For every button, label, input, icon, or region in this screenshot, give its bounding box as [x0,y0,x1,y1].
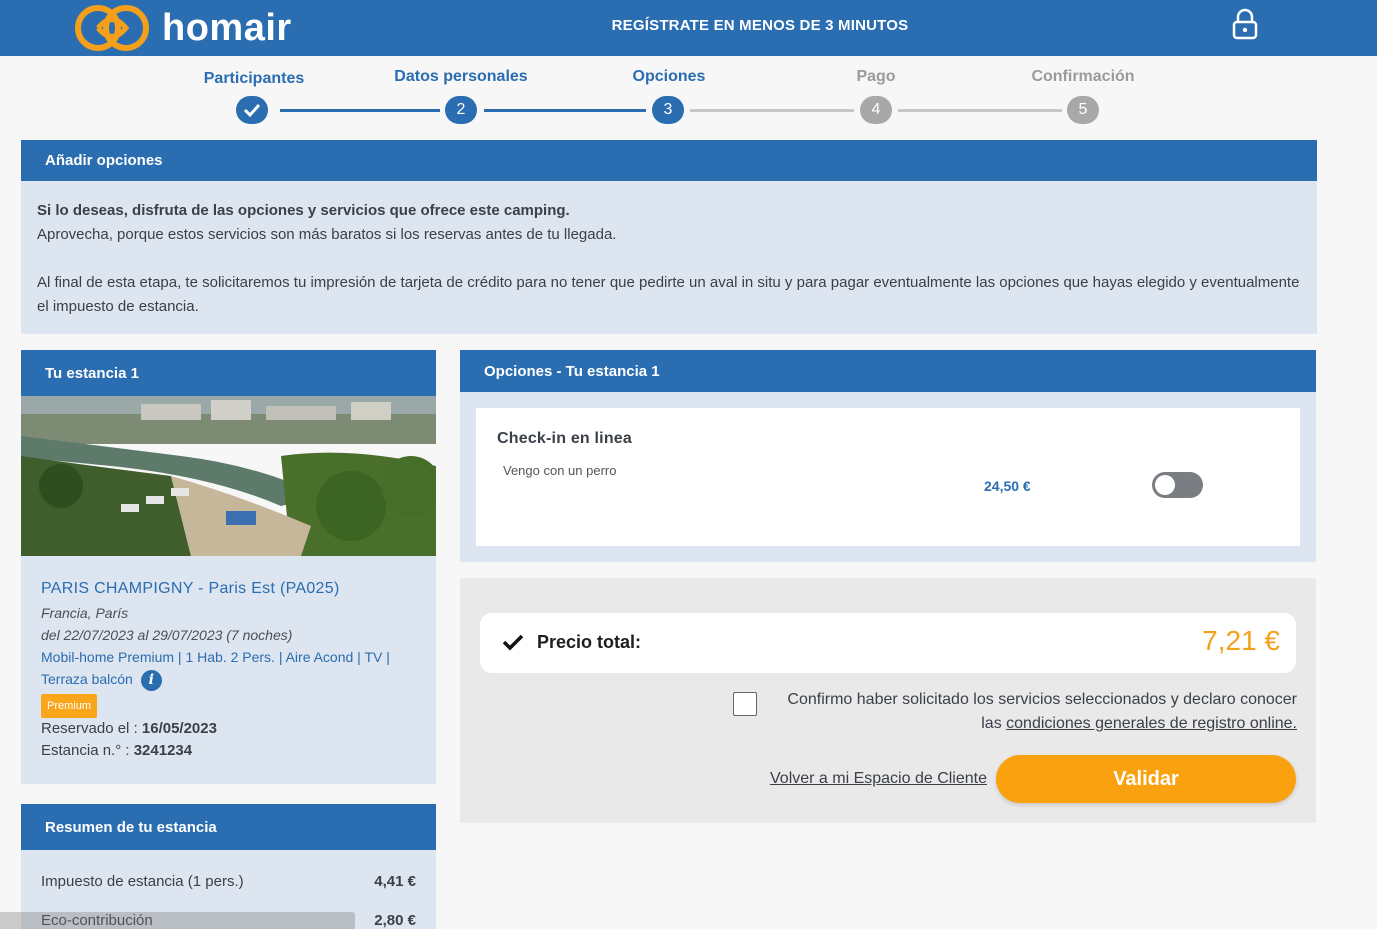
step-datos-personales[interactable]: Datos personales [361,68,561,86]
campsite-location: Francia, París [41,605,129,621]
page-title: REGÍSTRATE EN MENOS DE 3 MINUTOS [611,17,909,34]
step-participantes[interactable]: Participantes [154,70,354,88]
progress-stepper: Participantes Datos personales 2 Opcione… [0,56,1377,140]
option-subtitle: Vengo con un perro [503,463,617,478]
option-toggle[interactable] [1152,472,1203,498]
stay-number-label: Estancia n.° : [41,741,134,759]
step-connector [690,109,854,112]
confirm-checkbox[interactable] [733,692,757,716]
step-label: Opciones [632,68,706,85]
step-connector [484,109,646,112]
booked-date: 16/05/2023 [141,719,217,737]
homair-logo-icon [75,5,149,51]
step-2-marker: 2 [445,96,477,124]
step-pago: Pago [776,68,976,86]
step-confirmacion: Confirmación [983,68,1183,86]
accommodation-details-extra: Terraza balcón [41,671,133,687]
confirm-text: Confirmo haber solicitado los servicios … [765,688,1297,736]
summary-heading: Resumen de tu estancia [21,804,436,850]
summary-row: Impuesto de estancia (1 pers.) 4,41 € [41,873,416,890]
stay-info-card: PARIS CHAMPIGNY - Paris Est (PA025) Fran… [21,556,436,784]
step-4-marker: 4 [860,96,892,124]
step-opciones[interactable]: Opciones [569,68,769,86]
brand-name: homair [162,6,292,49]
stay-number: 3241234 [133,741,193,759]
summary-row-label: Impuesto de estancia (1 pers.) [41,873,244,890]
step-connector [280,109,440,112]
step-3-marker: 3 [652,96,684,124]
campsite-photo [21,396,436,556]
total-value: 7,21 € [1202,625,1280,656]
step-connector [898,109,1062,112]
step-label: Pago [856,68,896,85]
step-label: Datos personales [394,68,528,85]
option-card: Check-in en linea Vengo con un perro 24,… [476,408,1300,546]
intro-paragraph: Al final de esta etapa, te solicitaremos… [37,274,1300,315]
stay-dates: del 22/07/2023 al 29/07/2023 (7 noches) [41,627,293,643]
lock-icon [1232,8,1258,40]
info-icon[interactable]: i [140,669,162,691]
top-header: homair REGÍSTRATE EN MENOS DE 3 MINUTOS [0,0,1377,56]
campsite-name[interactable]: PARIS CHAMPIGNY - Paris Est (PA025) [41,578,416,600]
option-title: Check-in en linea [497,430,632,447]
step-label: Confirmación [1031,68,1135,85]
step-label: Participantes [203,70,305,87]
validate-button[interactable]: Validar [996,755,1296,803]
intro-bold-line: Si lo deseas, disfruta de las opciones y… [37,202,570,219]
options-heading: Opciones - Tu estancia 1 [460,350,1316,392]
homair-logo[interactable]: homair [74,2,292,54]
booked-label: Reservado el : [41,719,142,737]
summary-row-value: 2,80 € [374,912,416,929]
total-price-box: Precio total: 7,21 € [480,613,1296,673]
premium-badge: Premium [41,693,98,718]
step-5-marker: 5 [1067,96,1099,124]
horizontal-scrollbar[interactable] [0,912,355,929]
option-price: 24,50 € [984,478,1031,494]
total-label: Precio total: [537,632,642,652]
intro-heading: Añadir opciones [21,140,1317,181]
back-to-client-area-link[interactable]: Volver a mi Espacio de Cliente [740,770,987,788]
accommodation-details: Mobil-home Premium | 1 Hab. 2 Pers. | Ai… [41,649,390,665]
step-1-check-icon [236,96,268,124]
summary-row-value: 4,41 € [374,873,416,890]
checkmark-icon [502,634,524,651]
intro-line: Aprovecha, porque estos servicios son má… [37,226,617,243]
intro-panel: Si lo deseas, disfruta de las opciones y… [21,181,1317,334]
stay-heading: Tu estancia 1 [21,350,436,396]
terms-link[interactable]: condiciones generales de registro online… [1006,715,1297,732]
